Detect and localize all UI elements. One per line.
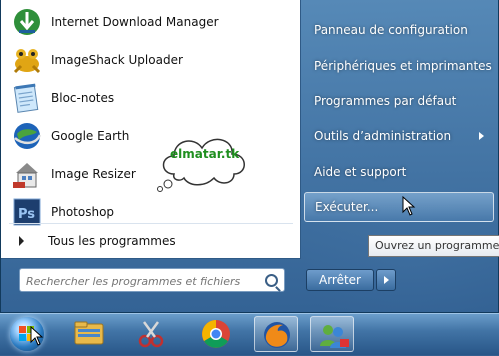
shutdown-button[interactable]: Arrêter: [306, 269, 374, 291]
menu-item-label: Exécuter...: [315, 200, 379, 214]
search-input[interactable]: [24, 271, 264, 291]
menu-item-outils-administration[interactable]: Outils d’administration: [304, 121, 494, 151]
google-earth-icon: [11, 120, 43, 152]
search-icon[interactable]: [265, 274, 278, 287]
firefox-icon: [264, 322, 290, 348]
taskbar-snipping-tool-button[interactable]: [128, 316, 172, 352]
notepad-icon: [11, 82, 43, 114]
program-label: Image Resizer: [51, 167, 136, 181]
menu-item-peripheriques-et-imprimantes[interactable]: Périphériques et imprimantes: [304, 51, 494, 81]
menu-item-label: Programmes par défaut: [314, 94, 457, 108]
program-internet-download-manager[interactable]: Internet Download Manager: [1, 4, 300, 40]
frog-icon: [11, 44, 43, 76]
menu-item-label: Périphériques et imprimantes: [314, 59, 492, 73]
network-users-icon: [320, 325, 349, 348]
image-resizer-icon: [11, 158, 43, 190]
photoshop-abbr: Ps: [18, 207, 35, 222]
taskbar-network-users-button[interactable]: [310, 316, 354, 352]
all-programs-label: Tous les programmes: [48, 234, 176, 248]
shutdown-label: Arrêter: [318, 273, 361, 287]
menu-item-label: Aide et support: [314, 165, 407, 179]
arrow-right-icon: [19, 236, 24, 246]
program-label: Bloc-notes: [51, 91, 115, 105]
menu-item-aide-et-support[interactable]: Aide et support: [304, 157, 494, 187]
menu-item-executer[interactable]: Exécuter...: [304, 192, 494, 222]
mouse-cursor-icon: [402, 196, 416, 216]
programs-pane: Internet Download Manager ImageShack Upl…: [1, 0, 301, 259]
program-label: ImageShack Uploader: [51, 53, 183, 67]
taskbar-chrome-button[interactable]: [194, 316, 238, 352]
chrome-icon: [202, 320, 230, 348]
menu-item-panneau-de-configuration[interactable]: Panneau de configuration: [304, 15, 494, 45]
taskbar-explorer-button[interactable]: [67, 316, 111, 352]
program-image-resizer[interactable]: Image Resizer: [1, 156, 300, 192]
programs-divider: [9, 223, 293, 224]
mouse-cursor-icon: [30, 326, 44, 346]
menu-item-label: Panneau de configuration: [314, 23, 468, 37]
shutdown-options-button[interactable]: [376, 269, 396, 291]
run-tooltip: Ouvrez un programme,: [368, 235, 499, 257]
program-google-earth[interactable]: Google Earth: [1, 118, 300, 154]
all-programs-button[interactable]: Tous les programmes: [1, 230, 300, 252]
explorer-icon: [74, 321, 104, 345]
idm-icon: [11, 6, 43, 38]
menu-item-programmes-par-defaut[interactable]: Programmes par défaut: [304, 86, 494, 116]
program-label: Google Earth: [51, 129, 130, 143]
watermark-text: elmatar.tk: [170, 147, 240, 161]
program-imageshack-uploader[interactable]: ImageShack Uploader: [1, 42, 300, 78]
search-box[interactable]: [19, 268, 285, 292]
menu-item-label: Outils d’administration: [314, 129, 452, 143]
snipping-tool-icon: [138, 321, 164, 348]
submenu-arrow-icon: [479, 132, 484, 140]
program-label: Photoshop: [51, 205, 115, 219]
program-bloc-notes[interactable]: Bloc-notes: [1, 80, 300, 116]
program-photoshop[interactable]: Ps Photoshop: [1, 194, 300, 230]
taskbar-firefox-button[interactable]: [254, 316, 298, 352]
program-label: Internet Download Manager: [51, 15, 219, 29]
